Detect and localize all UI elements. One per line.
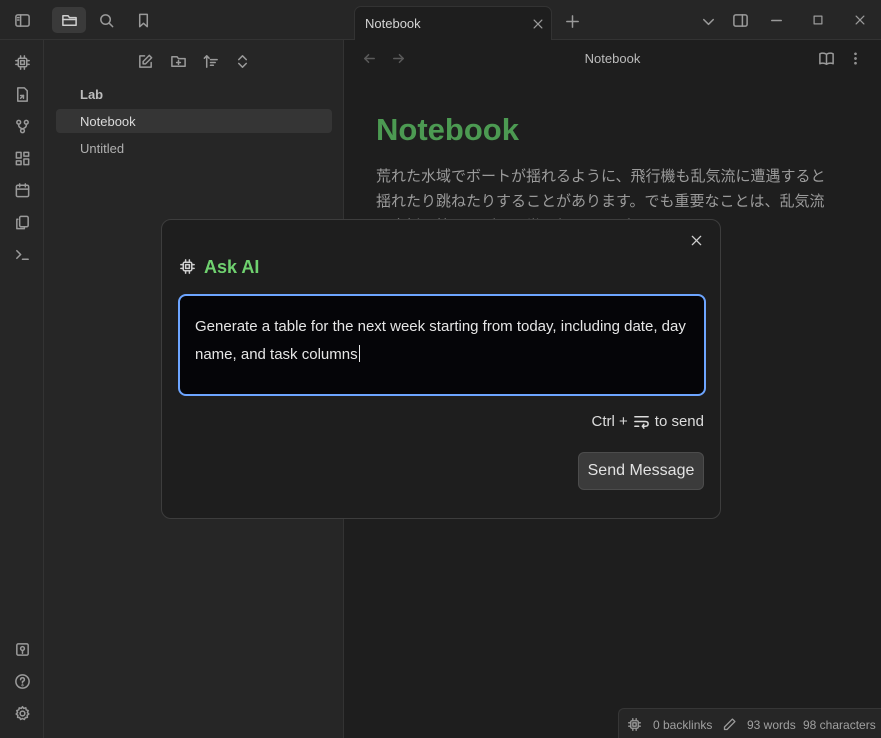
ai-chip-icon <box>176 255 198 277</box>
note-title[interactable]: Notebook <box>376 112 519 148</box>
modal-title: Ask AI <box>204 257 260 277</box>
help-icon[interactable] <box>9 668 35 694</box>
send-hint-suffix: to send <box>654 413 704 430</box>
view-header-title[interactable]: Notebook <box>344 51 881 66</box>
character-count: 98 characters <box>803 718 876 732</box>
vault-switcher-icon[interactable] <box>9 636 35 662</box>
close-tab-icon[interactable] <box>527 13 549 35</box>
quick-switcher-file-icon[interactable] <box>9 81 35 107</box>
more-options-icon[interactable] <box>844 47 866 69</box>
enter-key-icon <box>633 416 649 429</box>
file-item-untitled[interactable]: Untitled <box>56 136 332 160</box>
prompt-textarea[interactable]: Generate a table for the next week start… <box>178 294 706 396</box>
maximize-window-icon[interactable] <box>806 8 830 32</box>
tab-notebook[interactable]: Notebook <box>354 6 881 40</box>
canvas-grid-icon[interactable] <box>9 145 35 171</box>
ai-chip-icon[interactable] <box>9 49 35 75</box>
backlinks-count[interactable]: 0 backlinks <box>653 718 712 732</box>
bookmark-icon[interactable] <box>129 7 157 33</box>
new-note-icon[interactable] <box>133 49 157 73</box>
file-item-notebook[interactable]: Notebook <box>56 109 332 133</box>
files-folder-icon[interactable] <box>52 7 86 33</box>
close-modal-icon[interactable] <box>684 228 708 252</box>
send-hint-prefix: Ctrl + <box>591 413 628 430</box>
minimize-window-icon[interactable] <box>764 8 788 32</box>
send-message-button[interactable]: Send Message <box>578 452 704 490</box>
left-ribbon <box>0 40 44 738</box>
ask-ai-modal: Ask AI Generate a table for the next wee… <box>161 219 721 519</box>
new-folder-icon[interactable] <box>166 49 190 73</box>
search-icon[interactable] <box>92 7 120 33</box>
folder-lab[interactable]: Lab <box>80 87 103 102</box>
new-tab-plus-icon[interactable] <box>560 9 584 33</box>
copy-pages-icon[interactable] <box>9 209 35 235</box>
text-caret <box>358 345 360 362</box>
calendar-icon[interactable] <box>9 177 35 203</box>
close-window-icon[interactable] <box>848 8 872 32</box>
prompt-text: Generate a table for the next week start… <box>195 318 686 363</box>
toggle-left-sidebar-icon[interactable] <box>8 8 36 32</box>
edit-pencil-icon[interactable] <box>720 715 738 733</box>
toggle-right-sidebar-icon[interactable] <box>728 8 752 32</box>
settings-gear-icon[interactable] <box>9 700 35 726</box>
status-bar: 0 backlinks 93 words 98 characters <box>618 708 881 738</box>
send-shortcut-hint: Ctrl + to send <box>592 413 704 430</box>
tab-list-chevron-down-icon[interactable] <box>696 9 720 33</box>
tab-label: Notebook <box>365 16 421 31</box>
sidebar-header <box>0 0 344 40</box>
sort-order-icon[interactable] <box>198 49 222 73</box>
terminal-icon[interactable] <box>9 241 35 267</box>
graph-view-icon[interactable] <box>9 113 35 139</box>
ai-chip-status-icon[interactable] <box>625 715 643 733</box>
expand-collapse-icon[interactable] <box>230 49 254 73</box>
word-count: 93 words <box>747 718 796 732</box>
reading-view-book-icon[interactable] <box>815 47 837 69</box>
tab-bar: Notebook <box>344 0 881 40</box>
